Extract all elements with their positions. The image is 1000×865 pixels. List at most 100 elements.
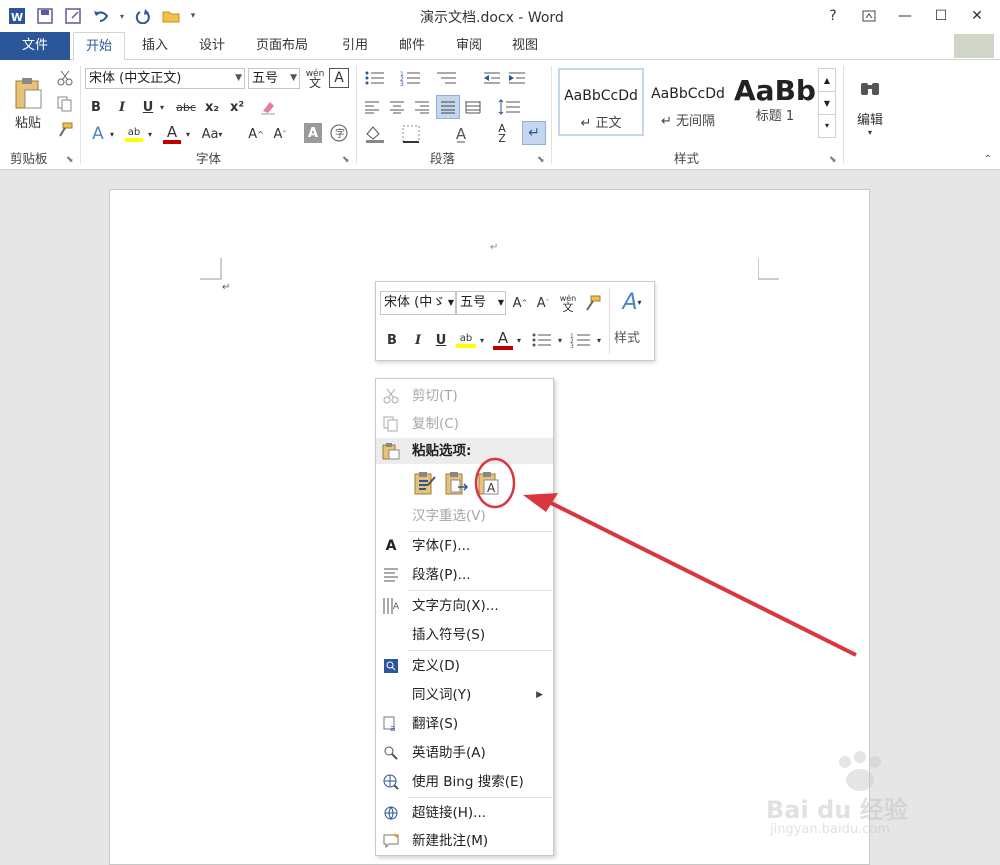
change-case-button[interactable]: Aa ▾ [199, 123, 225, 145]
tab-references[interactable]: 引用 [330, 32, 380, 60]
menu-item-text-direction[interactable]: A 文字方向(X)... [376, 593, 553, 619]
font-launcher-icon[interactable]: ⬊ [342, 155, 350, 165]
tab-home[interactable]: 开始 [73, 32, 126, 61]
paste-merge-formatting-icon[interactable] [444, 470, 470, 496]
user-avatar[interactable] [954, 34, 994, 58]
align-right-icon[interactable] [412, 97, 432, 117]
menu-item-new-comment[interactable]: 新建批注(M) [376, 828, 553, 854]
paste-button[interactable]: 粘贴 [8, 68, 48, 138]
bullets-icon[interactable] [362, 68, 388, 88]
close-button[interactable]: ✕ [960, 4, 994, 28]
decrease-indent-icon[interactable] [482, 68, 502, 88]
minimize-button[interactable]: — [888, 4, 922, 28]
help-button[interactable]: ? [816, 4, 850, 28]
undo-icon[interactable] [90, 5, 112, 27]
paragraph-launcher-icon[interactable]: ⬊ [537, 155, 545, 165]
underline-dropdown-icon[interactable]: ▾ [157, 97, 167, 117]
strikethrough-button[interactable]: abc [173, 97, 199, 117]
format-painter-icon[interactable] [55, 120, 75, 140]
ribbon-display-options-icon[interactable] [852, 4, 886, 28]
mini-highlight-dropdown-icon[interactable]: ▾ [478, 329, 486, 351]
font-color-icon[interactable]: A [161, 123, 183, 145]
clear-formatting-icon[interactable] [258, 97, 278, 117]
cut-icon[interactable] [55, 68, 75, 88]
mini-bullets-icon[interactable] [529, 329, 555, 351]
align-left-icon[interactable] [362, 97, 382, 117]
mini-shrink-font-icon[interactable]: Aˇ [533, 291, 553, 315]
menu-item-translate[interactable]: a 翻译(S) [376, 711, 553, 737]
paste-keep-text-only-icon[interactable]: A [477, 470, 503, 496]
copy-icon[interactable] [55, 94, 75, 114]
styles-scroll-down-icon[interactable]: ▼ [819, 92, 835, 115]
mini-underline-button[interactable]: U [431, 329, 451, 351]
shrink-font-button[interactable]: Aˇ [271, 123, 289, 145]
font-color-dropdown-icon[interactable]: ▾ [184, 123, 192, 145]
style-heading-1[interactable]: AaBb 标题 1 [732, 68, 818, 136]
tab-review[interactable]: 审阅 [444, 32, 494, 60]
tab-mailings[interactable]: 邮件 [387, 32, 437, 60]
numbering-icon[interactable]: 123 [398, 68, 424, 88]
mini-highlight-icon[interactable]: ab [455, 327, 477, 353]
justify-icon[interactable] [436, 95, 460, 119]
menu-item-font[interactable]: A 字体(F)... [376, 533, 553, 559]
menu-item-cut[interactable]: 剪切(T) [376, 383, 553, 409]
undo-dropdown-icon[interactable]: ▾ [118, 5, 126, 27]
bold-button[interactable]: B [86, 97, 106, 117]
menu-item-insert-symbol[interactable]: 插入符号(S) [376, 622, 553, 648]
mini-font-color-dropdown-icon[interactable]: ▾ [515, 329, 523, 351]
show-marks-icon[interactable]: ↵ [522, 121, 546, 145]
clipboard-launcher-icon[interactable]: ⬊ [66, 155, 74, 165]
menu-item-copy[interactable]: 复制(C) [376, 411, 553, 437]
mini-bullets-dropdown-icon[interactable]: ▾ [556, 329, 564, 351]
character-shading-icon[interactable]: A [304, 123, 322, 143]
mini-font-color-icon[interactable]: A [492, 327, 514, 353]
text-effects-dropdown-icon[interactable]: ▾ [108, 123, 116, 145]
menu-item-english-assistant[interactable]: 英语助手(A) [376, 740, 553, 766]
mini-numbering-icon[interactable]: 123 [568, 329, 594, 351]
tab-file[interactable]: 文件 [0, 32, 70, 60]
mini-format-painter-icon[interactable] [582, 291, 604, 315]
mini-font-size-combo[interactable]: 五号 ▼ [456, 291, 506, 315]
enclose-characters-icon[interactable]: 字 [329, 123, 349, 143]
align-center-icon[interactable] [387, 97, 407, 117]
mini-numbering-dropdown-icon[interactable]: ▾ [595, 329, 603, 351]
shading-icon[interactable] [362, 123, 388, 145]
mini-bold-button[interactable]: B [382, 329, 402, 351]
mini-font-name-combo[interactable]: 宋体 (中ゞ ▼ [380, 291, 456, 315]
asian-layout-icon[interactable]: A̲ [446, 123, 476, 145]
phonetic-guide-icon[interactable]: wén 文 [304, 68, 326, 90]
character-border-icon[interactable]: A [329, 68, 349, 88]
menu-item-synonyms[interactable]: 同义词(Y) ▶ [376, 682, 553, 708]
multilevel-list-icon[interactable] [434, 68, 460, 88]
styles-more-icon[interactable]: ▾ [819, 115, 835, 137]
font-name-combo[interactable]: 宋体 (中文正文) ▼ [85, 68, 245, 89]
tab-view[interactable]: 视图 [500, 32, 550, 60]
tab-insert[interactable]: 插入 [130, 32, 180, 60]
style-no-spacing[interactable]: AaBbCcDd ↵ 无间隔 [645, 68, 731, 136]
text-effects-icon[interactable]: A [88, 123, 108, 145]
mini-grow-font-icon[interactable]: A ^ [510, 291, 530, 315]
menu-item-hyperlink[interactable]: 超链接(H)... [376, 800, 553, 826]
superscript-button[interactable]: x² [227, 97, 247, 117]
mini-styles-icon[interactable]: A ▾ [614, 288, 650, 316]
menu-item-bing-search[interactable]: 使用 Bing 搜索(E) [376, 769, 553, 795]
paste-keep-source-formatting-icon[interactable] [412, 470, 438, 496]
highlight-dropdown-icon[interactable]: ▾ [146, 123, 154, 145]
distributed-icon[interactable] [463, 97, 483, 117]
sort-icon[interactable]: AZ [492, 123, 512, 145]
font-size-combo[interactable]: 五号 ▼ [248, 68, 300, 89]
editing-button[interactable]: 编辑 ▾ [850, 68, 890, 146]
mini-phonetic-guide-icon[interactable]: wén 文 [557, 291, 579, 315]
menu-item-reconvert[interactable]: 汉字重选(V) [376, 503, 553, 529]
tab-page-layout[interactable]: 页面布局 [244, 32, 320, 60]
tab-design[interactable]: 设计 [187, 32, 237, 60]
grow-font-button[interactable]: A ^ [247, 123, 265, 145]
styles-launcher-icon[interactable]: ⬊ [829, 155, 837, 165]
save-icon[interactable] [34, 5, 56, 27]
borders-icon[interactable] [398, 123, 424, 145]
menu-item-define[interactable]: 定义(D) [376, 653, 553, 679]
menu-item-paragraph[interactable]: 段落(P)... [376, 562, 553, 588]
subscript-button[interactable]: x₂ [202, 97, 222, 117]
line-spacing-icon[interactable] [495, 97, 525, 117]
increase-indent-icon[interactable] [507, 68, 527, 88]
